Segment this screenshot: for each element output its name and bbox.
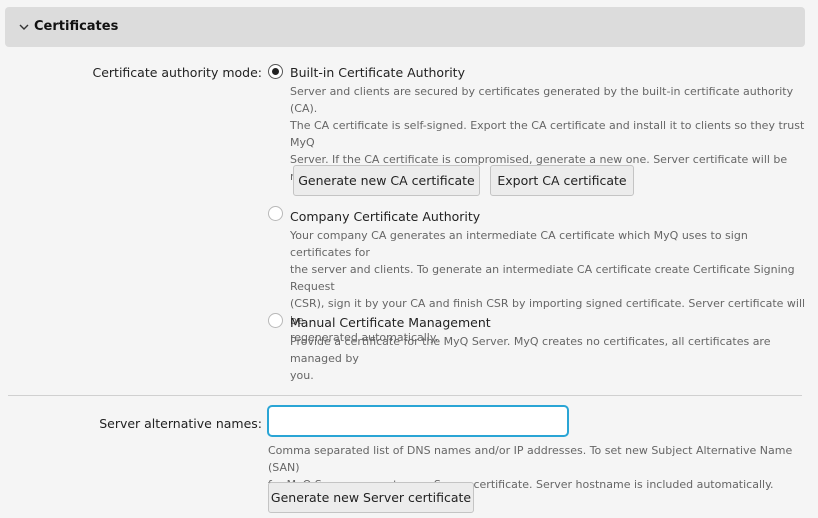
san-label: Server alternative names: [99,416,262,431]
option-manual-desc: Provide a certificate for the MyQ Server… [290,335,771,382]
option-builtin-ca-title: Built-in Certificate Authority [290,65,465,80]
san-input[interactable] [267,405,569,437]
chevron-down-icon [19,24,29,30]
radio-company-ca[interactable] [268,206,283,221]
ca-mode-label: Certificate authority mode: [92,65,262,80]
radio-builtin-ca[interactable] [268,64,283,79]
section-divider [8,395,802,396]
option-manual-title: Manual Certificate Management [290,315,491,330]
radio-manual-management[interactable] [268,313,283,328]
certificates-section-header[interactable]: Certificates [5,7,805,47]
section-title: Certificates [34,19,119,34]
generate-ca-certificate-button[interactable]: Generate new CA certificate [293,165,480,196]
generate-server-certificate-button[interactable]: Generate new Server certificate [268,482,474,513]
option-company-ca-title: Company Certificate Authority [290,209,481,224]
export-ca-certificate-button[interactable]: Export CA certificate [490,165,634,196]
